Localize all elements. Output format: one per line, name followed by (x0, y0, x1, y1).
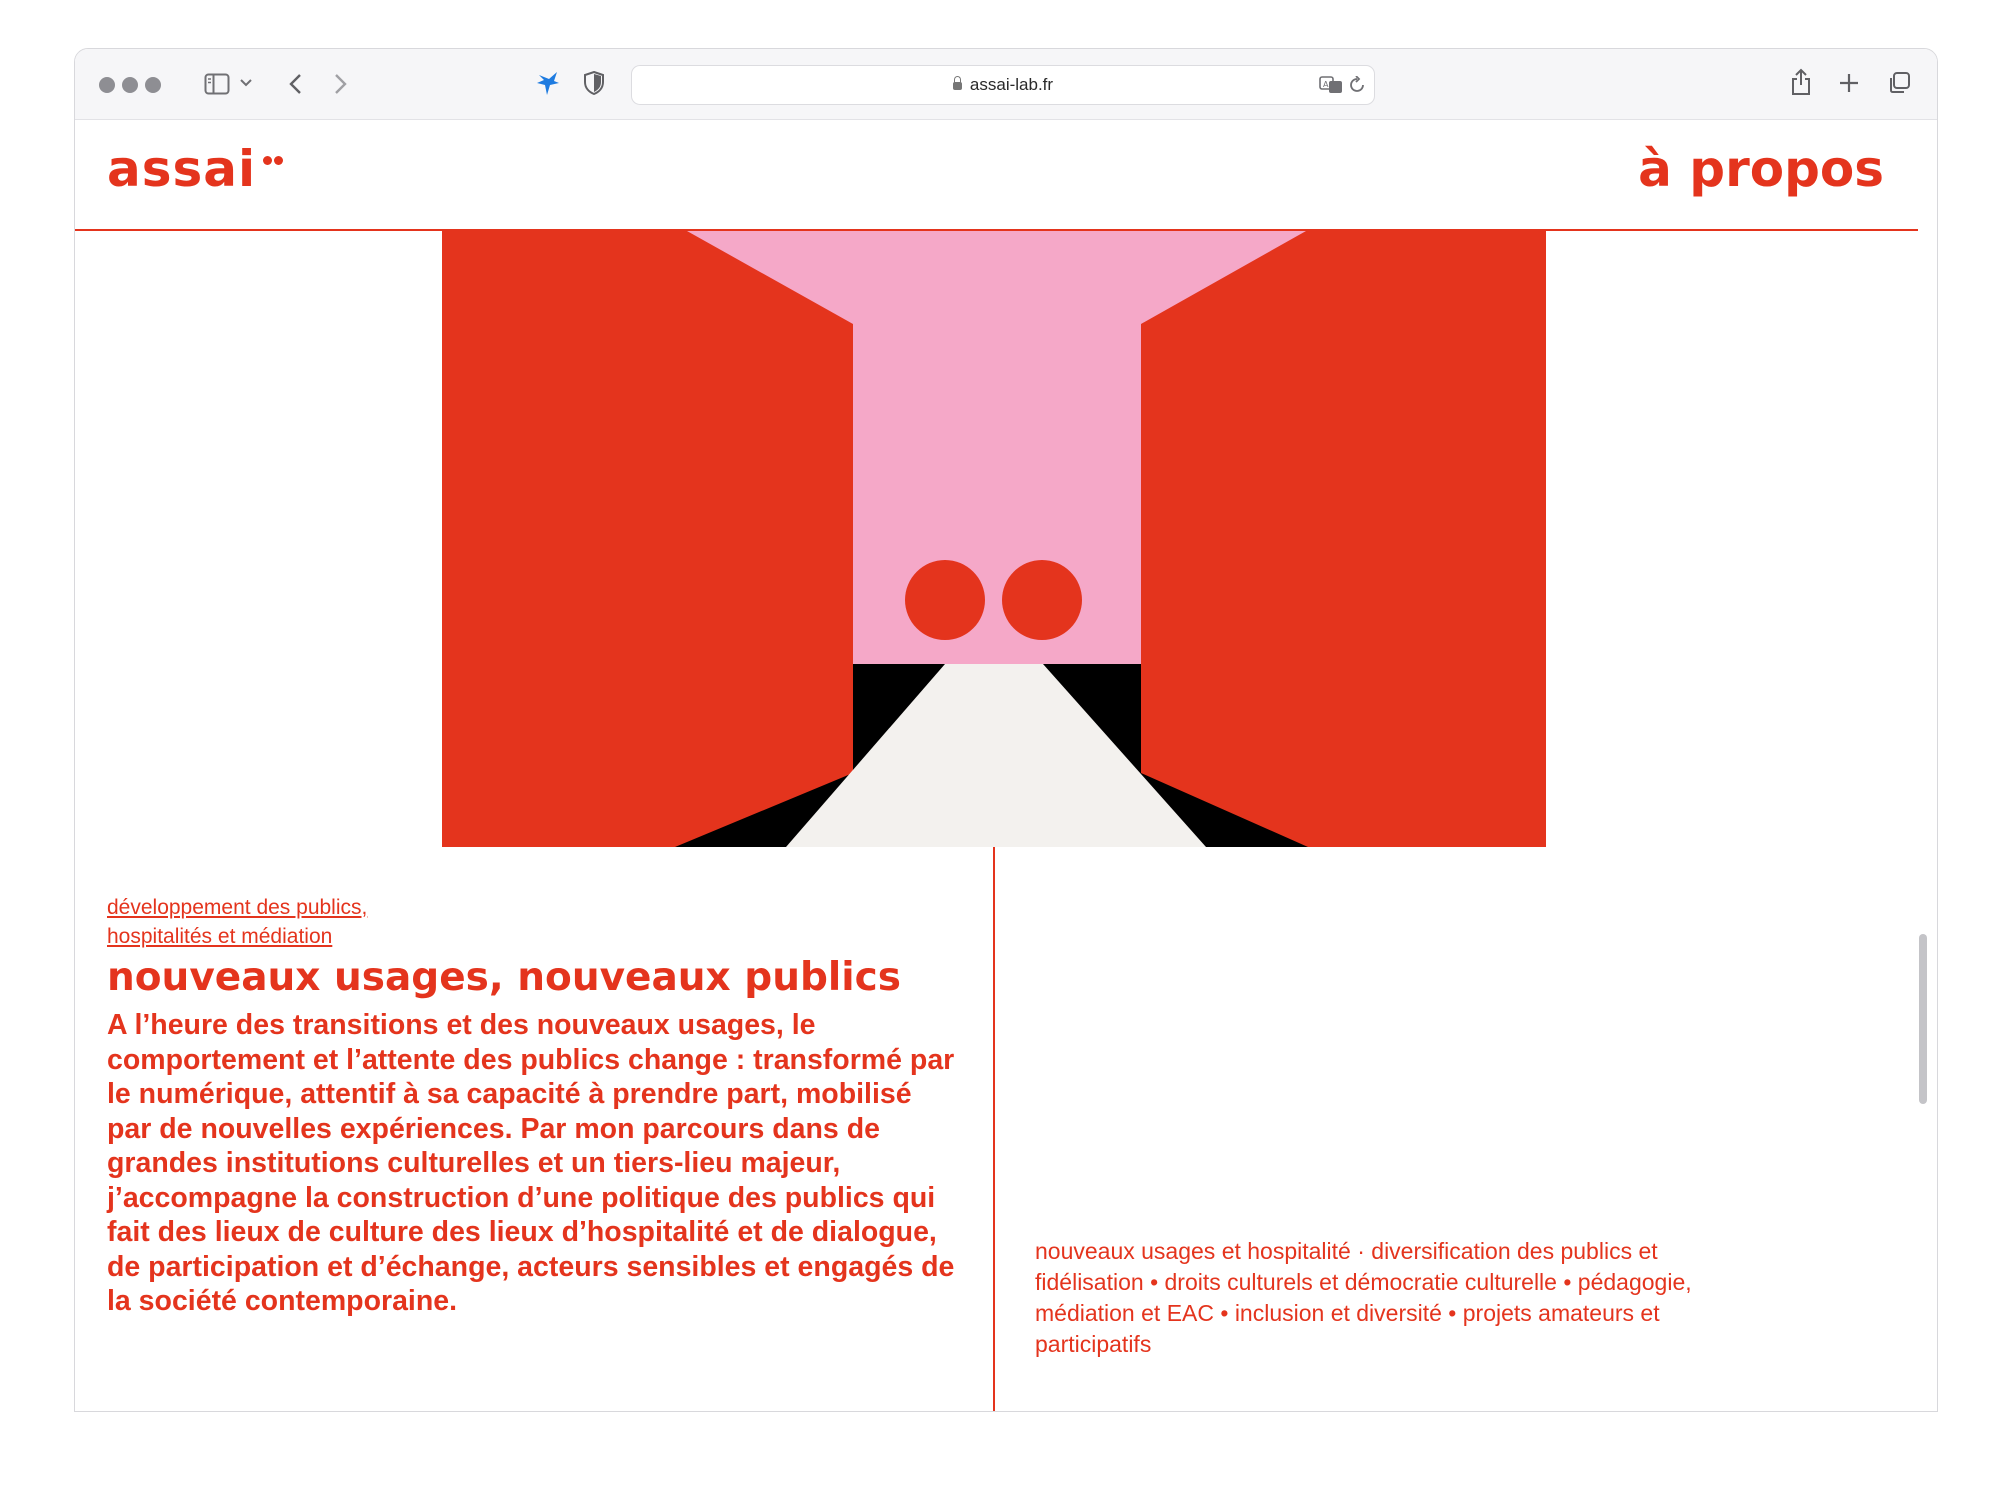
browser-toolbar: assai-lab.fr A (75, 49, 1937, 120)
tabs-overview-icon[interactable] (1885, 67, 1913, 99)
chevron-down-icon[interactable] (237, 73, 255, 93)
page-title: nouveaux usages, nouveaux publics (107, 955, 901, 1000)
minimize-window-button[interactable] (122, 77, 138, 93)
hero-dot-right (1002, 560, 1082, 640)
svg-text:A: A (1323, 80, 1329, 89)
url-text[interactable]: assai-lab.fr (632, 75, 1374, 95)
lock-icon (952, 76, 962, 90)
web-page: assai à propos développement des publics… (75, 120, 1937, 1411)
nav-about-link[interactable]: à propos (1638, 140, 1884, 198)
site-header: assai à propos (75, 120, 1918, 231)
zoom-window-button[interactable] (145, 77, 161, 93)
translate-icon[interactable]: A (1318, 72, 1344, 98)
category-link[interactable]: développement des publics, hospitalités … (107, 893, 467, 951)
reload-icon[interactable] (1346, 74, 1368, 96)
lead-paragraph: A l’heure des transitions et des nouveau… (107, 1009, 955, 1317)
address-bar[interactable]: assai-lab.fr A (631, 65, 1375, 105)
category-line-1[interactable]: développement des publics, (107, 896, 367, 919)
browser-window: assai-lab.fr A assai à propos développem… (74, 48, 1938, 1412)
site-logo[interactable]: assai (107, 140, 256, 198)
keywords-list: nouveaux usages et hospitalité · diversi… (1035, 1238, 1692, 1357)
hero-illustration (442, 231, 1546, 847)
chevron-right-icon[interactable] (329, 69, 353, 99)
bird-icon[interactable] (533, 67, 563, 99)
plus-icon[interactable] (1835, 67, 1863, 99)
hero-dot-left (905, 560, 985, 640)
url-label: assai-lab.fr (969, 75, 1054, 94)
scrollbar-thumb[interactable] (1919, 934, 1927, 1104)
share-icon[interactable] (1787, 65, 1815, 99)
window-controls[interactable] (99, 77, 168, 97)
category-line-2[interactable]: hospitalités et médiation (107, 925, 332, 948)
sidebar-icon[interactable] (203, 71, 231, 97)
chevron-left-icon[interactable] (283, 69, 307, 99)
shield-icon[interactable] (581, 67, 607, 99)
column-divider (993, 847, 995, 1411)
logo-dots-icon (263, 150, 285, 169)
close-window-button[interactable] (99, 77, 115, 93)
